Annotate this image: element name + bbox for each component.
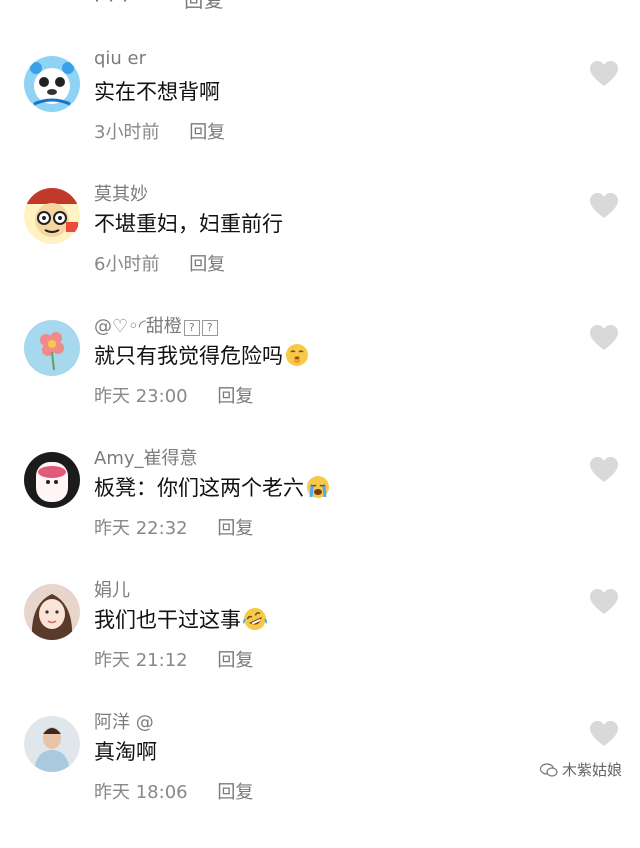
username[interactable]: 莫其妙	[94, 180, 148, 206]
comment-time: 昨天 23:00	[94, 386, 188, 407]
heart-icon[interactable]	[589, 324, 619, 352]
avatar[interactable]	[24, 188, 80, 244]
avatar[interactable]	[24, 584, 80, 640]
heart-icon[interactable]	[589, 456, 619, 484]
avatar[interactable]	[24, 716, 80, 772]
reply-button[interactable]: 回复	[217, 386, 253, 407]
comment-text: 真淘啊	[94, 740, 157, 764]
comment-item: Amy_崔得意 板凳：你们这两个老六 昨天 22:32 回复	[0, 448, 640, 584]
heart-icon[interactable]	[589, 720, 619, 748]
comment-text: 就只有我觉得危险吗	[94, 340, 309, 370]
unknown-glyph-icon: ?	[183, 320, 200, 336]
comment-text: 我们也干过这事	[94, 604, 267, 634]
partial-comment-meta: · · · 回复	[94, 0, 224, 13]
comment-text: 板凳：你们这两个老六	[94, 472, 330, 502]
comment-time: 6小时前	[94, 254, 160, 275]
partial-reply-button[interactable]: 回复	[184, 0, 224, 12]
watermark-text: 木紫姑娘	[561, 761, 622, 779]
comment-time: 昨天 22:32	[94, 518, 188, 539]
comment-meta: 昨天 22:32 回复	[94, 514, 253, 540]
heart-icon[interactable]	[589, 192, 619, 220]
comment-item: 娟儿 我们也干过这事 昨天 21:12 回复	[0, 580, 640, 716]
watermark: 木紫姑娘	[539, 759, 622, 780]
comment-item: @♡◦◜甜橙?? 就只有我觉得危险吗 昨天 23:00 回复	[0, 316, 640, 452]
comment-item: 莫其妙 不堪重妇，妇重前行 6小时前 回复	[0, 184, 640, 320]
unknown-glyph-icon: ?	[201, 320, 218, 336]
comment-time: 3小时前	[94, 122, 160, 143]
comment-time: 昨天 21:12	[94, 650, 188, 671]
comment-text: 实在不想背啊	[94, 80, 220, 104]
username[interactable]: 娟儿	[94, 576, 130, 602]
username[interactable]: Amy_崔得意	[94, 444, 198, 470]
shushing-face-icon	[286, 344, 308, 366]
comment-text: 不堪重妇，妇重前行	[94, 212, 283, 236]
rolling-laughing-face-icon	[243, 608, 267, 630]
username[interactable]: 阿洋 @	[94, 708, 154, 734]
comment-meta: 昨天 18:06 回复	[94, 778, 253, 804]
heart-icon[interactable]	[589, 588, 619, 616]
reply-button[interactable]: 回复	[217, 518, 253, 539]
wechat-icon	[539, 763, 558, 777]
crying-face-icon	[307, 476, 329, 498]
avatar[interactable]	[24, 56, 80, 112]
comment-meta: 6小时前 回复	[94, 250, 225, 276]
avatar[interactable]	[24, 452, 80, 508]
reply-button[interactable]: 回复	[217, 650, 253, 671]
partial-time: · · ·	[94, 0, 130, 12]
comment-meta: 3小时前 回复	[94, 118, 225, 144]
comment-item: 阿洋 @ 真淘啊 昨天 18:06 回复	[0, 712, 640, 848]
reply-button[interactable]: 回复	[189, 254, 225, 275]
heart-icon[interactable]	[589, 60, 619, 88]
comment-meta: 昨天 23:00 回复	[94, 382, 253, 408]
avatar[interactable]	[24, 320, 80, 376]
username[interactable]: @♡◦◜甜橙??	[94, 312, 218, 338]
comment-item: qiu er 实在不想背啊 3小时前 回复	[0, 48, 640, 188]
reply-button[interactable]: 回复	[189, 122, 225, 143]
comment-meta: 昨天 21:12 回复	[94, 646, 253, 672]
username[interactable]: qiu er	[94, 48, 146, 69]
